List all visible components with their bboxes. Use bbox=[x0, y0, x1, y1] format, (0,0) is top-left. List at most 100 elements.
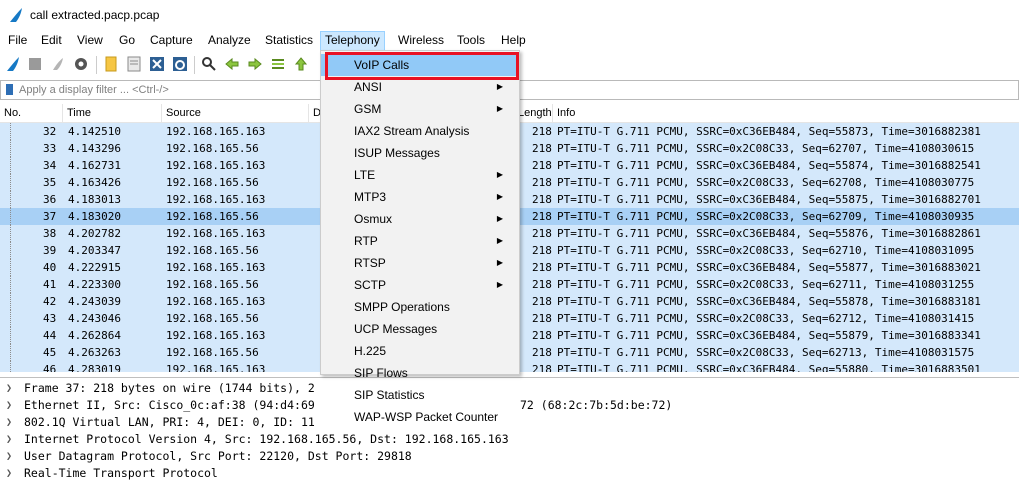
display-filter-input[interactable] bbox=[19, 82, 314, 97]
stop-capture-icon[interactable] bbox=[27, 56, 43, 72]
packet-time: 4.263263 bbox=[68, 346, 121, 359]
tree-line bbox=[10, 310, 12, 327]
menu-item-gsm[interactable]: GSM ▶ bbox=[321, 98, 517, 120]
reload-file-icon[interactable] bbox=[172, 56, 188, 72]
tree-line bbox=[10, 123, 12, 140]
expand-arrow-icon[interactable]: ❯ bbox=[6, 431, 12, 448]
menu-edit[interactable]: Edit bbox=[37, 33, 66, 51]
menu-tools[interactable]: Tools bbox=[453, 33, 489, 51]
packet-source: 192.168.165.56 bbox=[166, 278, 259, 291]
packet-length: 218 bbox=[532, 278, 552, 291]
packet-source: 192.168.165.163 bbox=[166, 261, 266, 274]
packet-time: 4.183020 bbox=[68, 210, 121, 223]
packet-info: PT=ITU-T G.711 PCMU, SSRC=0x2C08C33, Seq… bbox=[557, 142, 975, 155]
tree-line bbox=[10, 140, 12, 157]
packet-no: 42 bbox=[43, 295, 57, 308]
packet-length: 218 bbox=[532, 295, 552, 308]
first-packet-icon[interactable] bbox=[293, 56, 309, 72]
menu-item-wap-wsp-packet-counter[interactable]: WAP-WSP Packet Counter bbox=[321, 406, 517, 428]
packet-info: PT=ITU-T G.711 PCMU, SSRC=0xC36EB484, Se… bbox=[557, 295, 981, 308]
column-header-no[interactable]: No. bbox=[0, 104, 63, 122]
expand-arrow-icon[interactable]: ❯ bbox=[6, 414, 12, 431]
menu-item-rtsp[interactable]: RTSP ▶ bbox=[321, 252, 517, 274]
packet-source: 192.168.165.163 bbox=[166, 227, 266, 240]
menu-item-osmux[interactable]: Osmux ▶ bbox=[321, 208, 517, 230]
expand-arrow-icon[interactable]: ❯ bbox=[6, 465, 12, 482]
packet-length: 218 bbox=[532, 329, 552, 342]
packet-info: PT=ITU-T G.711 PCMU, SSRC=0x2C08C33, Seq… bbox=[557, 244, 975, 257]
restart-capture-icon[interactable] bbox=[50, 56, 66, 72]
column-header-source[interactable]: Source bbox=[162, 104, 309, 122]
telephony-menu: VoIP Calls ANSI ▶ GSM ▶ IAX2 Stream Analysis I… bbox=[320, 50, 520, 424]
submenu-arrow-icon: ▶ bbox=[496, 236, 503, 245]
menu-item-rtp[interactable]: RTP ▶ bbox=[321, 230, 517, 252]
expand-arrow-icon[interactable]: ❯ bbox=[6, 380, 12, 397]
menu-telephony[interactable]: Telephony bbox=[320, 31, 385, 51]
expand-arrow-icon[interactable]: ❯ bbox=[6, 448, 12, 465]
packet-no: 36 bbox=[43, 193, 57, 206]
menu-help[interactable]: Help bbox=[497, 33, 530, 51]
window-title: call extracted.pacp.pcap bbox=[30, 8, 160, 22]
find-packet-icon[interactable] bbox=[201, 56, 217, 72]
detail-text: Frame 37: 218 bytes on wire (1744 bits),… bbox=[24, 381, 315, 395]
bookmark-icon[interactable] bbox=[6, 84, 13, 95]
column-header-info[interactable]: Info bbox=[553, 104, 1019, 122]
packet-source: 192.168.165.56 bbox=[166, 210, 259, 223]
menu-item-sip-flows[interactable]: SIP Flows bbox=[321, 362, 517, 384]
start-capture-icon[interactable] bbox=[5, 56, 21, 72]
submenu-arrow-icon: ▶ bbox=[496, 280, 503, 289]
packet-info: PT=ITU-T G.711 PCMU, SSRC=0xC36EB484, Se… bbox=[557, 227, 981, 240]
packet-info: PT=ITU-T G.711 PCMU, SSRC=0x2C08C33, Seq… bbox=[557, 176, 975, 189]
menu-item-lte[interactable]: LTE ▶ bbox=[321, 164, 517, 186]
menu-item-sip-statistics[interactable]: SIP Statistics bbox=[321, 384, 517, 406]
menu-view[interactable]: View bbox=[73, 33, 107, 51]
menu-item-label: LTE bbox=[354, 168, 376, 182]
menu-item-label: SMPP Operations bbox=[354, 300, 450, 314]
go-to-packet-icon[interactable] bbox=[270, 56, 286, 72]
packet-time: 4.202782 bbox=[68, 227, 121, 240]
packet-info: PT=ITU-T G.711 PCMU, SSRC=0x2C08C33, Seq… bbox=[557, 210, 975, 223]
menu-file[interactable]: File bbox=[4, 33, 31, 51]
packet-no: 43 bbox=[43, 312, 57, 325]
menu-capture[interactable]: Capture bbox=[146, 33, 197, 51]
menu-item-isup-messages[interactable]: ISUP Messages bbox=[321, 142, 517, 164]
menu-item-label: RTSP bbox=[354, 256, 386, 270]
menu-item-label: UCP Messages bbox=[354, 322, 438, 336]
menu-item-h-225[interactable]: H.225 bbox=[321, 340, 517, 362]
go-back-icon[interactable] bbox=[224, 56, 240, 72]
tree-line bbox=[10, 361, 12, 372]
column-header-time[interactable]: Time bbox=[63, 104, 162, 122]
packet-info: PT=ITU-T G.711 PCMU, SSRC=0x2C08C33, Seq… bbox=[557, 346, 975, 359]
packet-no: 45 bbox=[43, 346, 57, 359]
menu-statistics[interactable]: Statistics bbox=[261, 33, 317, 51]
submenu-arrow-icon: ▶ bbox=[496, 104, 503, 113]
open-file-icon[interactable] bbox=[103, 56, 119, 72]
packet-no: 35 bbox=[43, 176, 57, 189]
packet-length: 218 bbox=[532, 176, 552, 189]
menu-item-label: MTP3 bbox=[354, 190, 387, 204]
packet-length: 218 bbox=[532, 125, 552, 138]
packet-info: PT=ITU-T G.711 PCMU, SSRC=0xC36EB484, Se… bbox=[557, 125, 981, 138]
packet-time: 4.222915 bbox=[68, 261, 121, 274]
save-file-icon[interactable] bbox=[126, 56, 142, 72]
capture-options-icon[interactable] bbox=[73, 56, 89, 72]
menu-wireless[interactable]: Wireless bbox=[394, 33, 448, 51]
packet-info: PT=ITU-T G.711 PCMU, SSRC=0x2C08C33, Seq… bbox=[557, 278, 975, 291]
packet-length: 218 bbox=[532, 142, 552, 155]
menu-item-iax2-stream-analysis[interactable]: IAX2 Stream Analysis bbox=[321, 120, 517, 142]
menu-item-label: SIP Statistics bbox=[354, 388, 425, 402]
go-forward-icon[interactable] bbox=[247, 56, 263, 72]
expand-arrow-icon[interactable]: ❯ bbox=[6, 397, 12, 414]
packet-source: 192.168.165.56 bbox=[166, 142, 259, 155]
highlight-annotation-box bbox=[325, 52, 519, 80]
packet-time: 4.262864 bbox=[68, 329, 121, 342]
menu-item-sctp[interactable]: SCTP ▶ bbox=[321, 274, 517, 296]
close-file-icon[interactable] bbox=[149, 56, 165, 72]
menu-item-label: WAP-WSP Packet Counter bbox=[354, 410, 499, 424]
menu-analyze[interactable]: Analyze bbox=[204, 33, 255, 51]
menu-item-smpp-operations[interactable]: SMPP Operations bbox=[321, 296, 517, 318]
menu-go[interactable]: Go bbox=[115, 33, 139, 51]
detail-text: User Datagram Protocol, Src Port: 22120,… bbox=[24, 449, 412, 463]
menu-item-mtp3[interactable]: MTP3 ▶ bbox=[321, 186, 517, 208]
menu-item-ucp-messages[interactable]: UCP Messages bbox=[321, 318, 517, 340]
